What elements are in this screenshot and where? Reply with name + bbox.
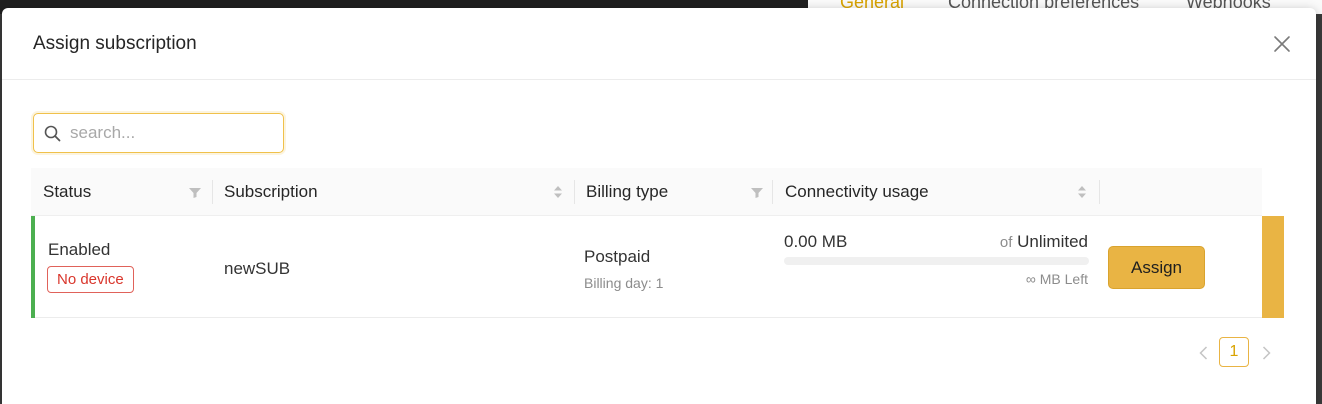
usage-of-prefix: of xyxy=(999,234,1013,251)
sort-icon[interactable] xyxy=(551,184,565,200)
close-icon xyxy=(1274,36,1290,52)
column-divider xyxy=(1099,180,1100,204)
usage-value: 0.00 MB xyxy=(784,232,848,251)
filter-icon[interactable] xyxy=(188,184,202,200)
usage-limit: of Unlimited xyxy=(994,232,1088,252)
column-label-status: Status xyxy=(43,182,92,201)
billing-type: Postpaid xyxy=(584,247,651,266)
pagination-page-1[interactable]: 1 xyxy=(1219,337,1249,367)
row-scroll-indicator xyxy=(1262,216,1284,318)
sort-icon[interactable] xyxy=(1075,184,1089,200)
filter-icon[interactable] xyxy=(750,184,764,200)
column-label-subscription: Subscription xyxy=(224,182,318,201)
column-header-status: Status xyxy=(31,168,211,216)
column-header-connectivity-usage: Connectivity usage xyxy=(773,168,1099,216)
status-badge: No device xyxy=(47,266,134,293)
table-row[interactable]: Enabled No device newSUB Postpaid Billin… xyxy=(31,216,1284,318)
modal-title: Assign subscription xyxy=(33,33,197,54)
assign-button[interactable]: Assign xyxy=(1108,246,1205,289)
search-input[interactable] xyxy=(70,120,275,146)
search-icon xyxy=(44,125,61,142)
usage-progress-bar xyxy=(784,257,1089,265)
search-field[interactable] xyxy=(33,113,284,153)
chevron-right-icon[interactable] xyxy=(1258,344,1274,362)
status-accent-bar xyxy=(31,216,35,318)
column-label-billing-type: Billing type xyxy=(586,182,669,201)
subscription-name: newSUB xyxy=(224,259,291,278)
status-text: Enabled xyxy=(48,240,111,259)
table-header: Status Subscription Billing type Connect… xyxy=(31,168,1262,216)
close-button[interactable] xyxy=(1270,32,1294,56)
column-label-connectivity-usage: Connectivity usage xyxy=(785,182,929,201)
chevron-left-icon[interactable] xyxy=(1196,344,1212,362)
usage-limit-value: Unlimited xyxy=(1017,232,1088,251)
column-header-billing-type: Billing type xyxy=(575,168,771,216)
billing-day: Billing day: 1 xyxy=(584,275,664,291)
column-header-subscription: Subscription xyxy=(213,168,573,216)
usage-left: ∞ MB Left xyxy=(1025,271,1088,287)
modal-header: Assign subscription xyxy=(2,8,1316,80)
